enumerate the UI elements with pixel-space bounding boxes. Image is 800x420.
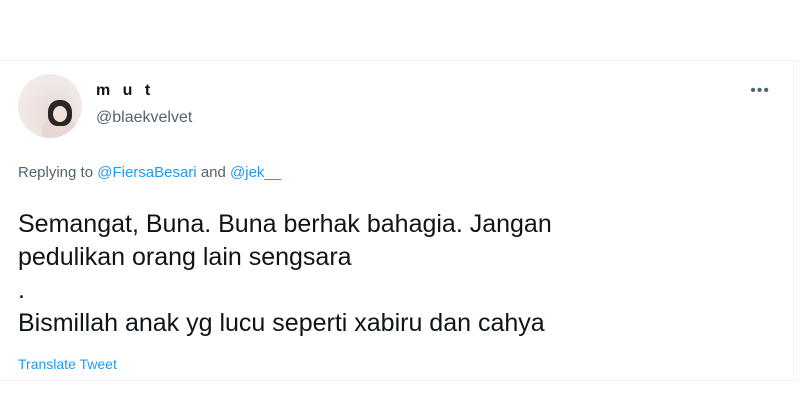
tweet-text: Semangat, Buna. Buna berhak bahagia. Jan… xyxy=(18,208,758,340)
avatar[interactable] xyxy=(18,74,82,138)
reply-context: Replying to @FiersaBesari and @jek__ xyxy=(18,164,281,181)
reply-prefix: Replying to xyxy=(18,164,94,181)
more-options-icon[interactable]: ••• xyxy=(750,83,770,99)
bottom-divider xyxy=(0,380,800,381)
mention-link[interactable]: @jek__ xyxy=(230,164,281,181)
translate-tweet-link[interactable]: Translate Tweet xyxy=(18,356,117,372)
right-divider xyxy=(793,60,794,380)
avatar-face-shape xyxy=(53,106,67,122)
top-divider xyxy=(0,60,800,61)
tweet-text-line: . xyxy=(18,276,25,304)
author-handle[interactable]: @blaekvelvet xyxy=(96,109,192,127)
tweet-text-line: pedulikan orang lain sengsara xyxy=(18,243,352,271)
mention-link[interactable]: @FiersaBesari xyxy=(97,164,196,181)
reply-conjunction: and xyxy=(200,164,226,181)
tweet-text-line: Semangat, Buna. Buna berhak bahagia. Jan… xyxy=(18,210,552,238)
author-display-name[interactable]: m u t xyxy=(96,82,154,100)
tweet-text-line: Bismillah anak yg lucu seperti xabiru da… xyxy=(18,309,545,337)
